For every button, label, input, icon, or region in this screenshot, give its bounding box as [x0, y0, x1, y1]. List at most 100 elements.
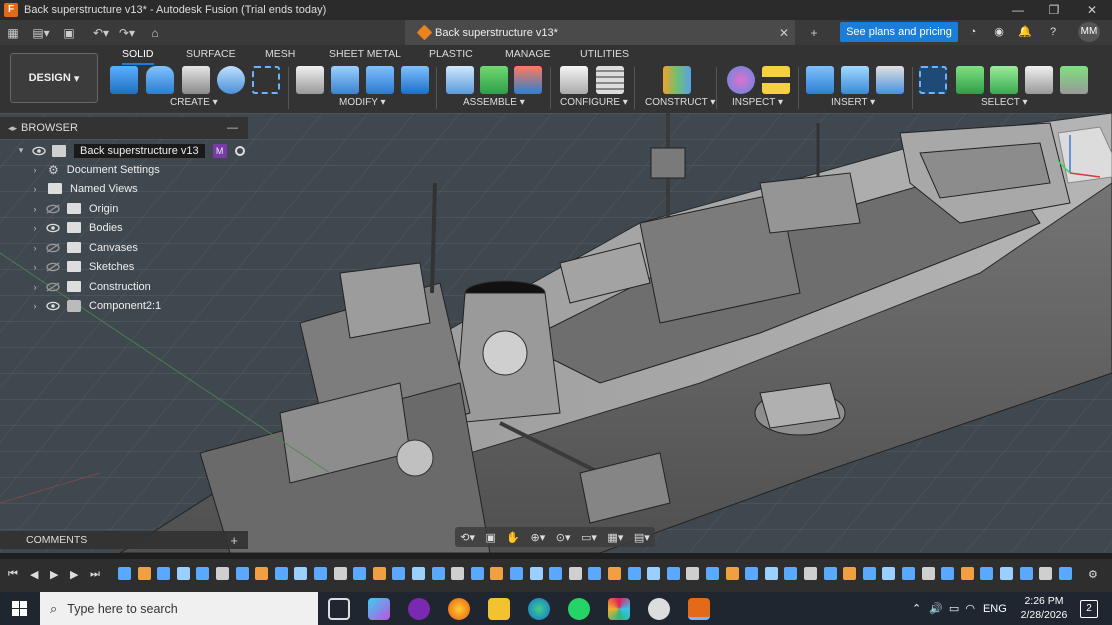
- timeline-feature-icon[interactable]: [196, 567, 210, 580]
- viewports-icon[interactable]: ▤▾: [634, 531, 650, 544]
- chevron-right-icon[interactable]: ›: [30, 262, 40, 272]
- eye-hidden-icon[interactable]: [46, 281, 60, 292]
- timeline-feature-icon[interactable]: [529, 567, 543, 580]
- configuration-table-icon[interactable]: [596, 66, 624, 94]
- timeline-feature-icon[interactable]: [706, 567, 719, 580]
- motion-link-icon[interactable]: [514, 66, 542, 94]
- chevron-right-icon[interactable]: ›: [30, 282, 40, 292]
- taskbar-clock[interactable]: 2:26 PM 2/28/2026: [1016, 594, 1072, 622]
- eye-icon[interactable]: [46, 223, 60, 233]
- close-icon[interactable]: ✕: [1072, 0, 1112, 20]
- timeline-feature-icon[interactable]: [686, 567, 700, 580]
- timeline-feature-icon[interactable]: [431, 567, 445, 580]
- timeline-feature-icon[interactable]: [372, 567, 386, 580]
- timeline-feature-icon[interactable]: [902, 567, 915, 580]
- tab-utilities[interactable]: UTILITIES: [580, 48, 629, 60]
- timeline-feature-icon[interactable]: [568, 567, 582, 580]
- combine-icon[interactable]: [401, 66, 429, 94]
- chevron-down-icon[interactable]: ▾: [16, 145, 26, 156]
- timeline-feature-icon[interactable]: [960, 567, 974, 580]
- add-comment-icon[interactable]: +: [230, 533, 238, 548]
- insert-mesh-icon[interactable]: [876, 66, 904, 94]
- tree-root[interactable]: ▾ Back superstructure v13 M: [16, 141, 245, 160]
- job-status-icon[interactable]: ◉: [990, 23, 1008, 41]
- timeline-feature-icon[interactable]: [823, 567, 837, 580]
- create-menu[interactable]: CREATE ▾: [170, 97, 218, 108]
- timeline-feature-icon[interactable]: [216, 567, 229, 580]
- timeline-feature-icon[interactable]: [980, 567, 994, 580]
- comments-panel[interactable]: COMMENTS +: [0, 531, 248, 549]
- tree-item-origin[interactable]: › Origin: [30, 199, 119, 218]
- go-to-end-icon[interactable]: ⏭: [90, 568, 100, 581]
- tree-item-document-settings[interactable]: › ⚙ Document Settings: [30, 160, 160, 179]
- assemble-menu[interactable]: ASSEMBLE ▾: [463, 97, 525, 108]
- orbit-icon[interactable]: ⟲▾: [460, 531, 475, 544]
- redo-icon[interactable]: ↷▾: [116, 22, 138, 44]
- tab-plastic[interactable]: PLASTIC: [429, 48, 473, 60]
- firefox-icon[interactable]: [448, 598, 470, 620]
- insert-menu[interactable]: INSERT ▾: [831, 97, 875, 108]
- maximize-icon[interactable]: ❐: [1034, 0, 1074, 20]
- timeline-feature-icon[interactable]: [921, 567, 935, 580]
- timeline-feature-icon[interactable]: [451, 567, 465, 580]
- selection-filter-icon[interactable]: [1060, 66, 1088, 94]
- timeline-feature-icon[interactable]: [137, 567, 151, 580]
- language-indicator[interactable]: ENG: [983, 603, 1007, 615]
- help-icon[interactable]: ?: [1044, 23, 1062, 41]
- look-at-icon[interactable]: ▣: [485, 531, 495, 544]
- new-component-icon[interactable]: [110, 66, 138, 94]
- select-face-icon[interactable]: [990, 66, 1018, 94]
- timeline-feature-icon[interactable]: [627, 567, 641, 580]
- select-body-icon[interactable]: [956, 66, 984, 94]
- tree-item-named-views[interactable]: › Named Views: [30, 179, 138, 198]
- timeline-feature-icon[interactable]: [588, 567, 602, 580]
- tree-item-canvases[interactable]: › Canvases: [30, 238, 138, 257]
- timeline-feature-icon[interactable]: [941, 567, 955, 580]
- box-icon[interactable]: [182, 66, 210, 94]
- timeline-feature-icon[interactable]: [1000, 567, 1013, 580]
- chevron-right-icon[interactable]: ›: [30, 184, 40, 194]
- app-icon[interactable]: [408, 598, 430, 620]
- timeline-feature-icon[interactable]: [314, 567, 327, 580]
- display-component-colors-icon[interactable]: [727, 66, 755, 94]
- browser-minimize-icon[interactable]: —: [227, 122, 238, 134]
- play-icon[interactable]: ▶: [50, 568, 58, 581]
- tree-item-sketches[interactable]: › Sketches: [30, 257, 135, 276]
- notification-center-badge[interactable]: 2: [1080, 600, 1098, 618]
- slack-icon[interactable]: [608, 598, 630, 620]
- avatar[interactable]: MM: [1078, 22, 1100, 42]
- chevron-right-icon[interactable]: ›: [30, 204, 40, 214]
- timeline-feature-icon[interactable]: [608, 567, 621, 580]
- windows-start-icon[interactable]: [12, 601, 27, 616]
- browser-header[interactable]: ◂▸ BROWSER —: [0, 117, 248, 139]
- select-edge-icon[interactable]: [1025, 66, 1053, 94]
- insert-canvas-icon[interactable]: [841, 66, 869, 94]
- tab-sheet-metal[interactable]: SHEET METAL: [329, 48, 401, 60]
- timeline-feature-icon[interactable]: [1058, 567, 1072, 580]
- select-menu[interactable]: SELECT ▾: [981, 97, 1028, 108]
- timeline-feature-icon[interactable]: [274, 567, 288, 580]
- timeline-feature-icon[interactable]: [333, 567, 347, 580]
- construct-menu[interactable]: CONSTRUCT ▾: [645, 97, 715, 108]
- timeline-feature-icon[interactable]: [764, 567, 778, 580]
- configure-menu[interactable]: CONFIGURE ▾: [560, 97, 628, 108]
- minimize-icon[interactable]: —: [998, 0, 1038, 20]
- press-pull-icon[interactable]: [296, 66, 324, 94]
- eye-hidden-icon[interactable]: [46, 203, 60, 214]
- timeline-feature-icon[interactable]: [255, 567, 269, 580]
- file-explorer-icon[interactable]: [488, 598, 510, 620]
- eye-icon[interactable]: [32, 146, 46, 156]
- chevron-right-icon[interactable]: ›: [30, 223, 40, 233]
- chevron-right-icon[interactable]: ›: [30, 165, 40, 175]
- joint-icon[interactable]: [446, 66, 474, 94]
- edge-icon[interactable]: [528, 598, 550, 620]
- tree-item-component2[interactable]: › Component2:1: [30, 296, 161, 315]
- fit-icon[interactable]: ⊙▾: [556, 531, 571, 544]
- extrude-icon[interactable]: [146, 66, 174, 94]
- grid-settings-icon[interactable]: ▦▾: [607, 531, 623, 544]
- timeline-feature-icon[interactable]: [1019, 567, 1033, 580]
- tab-solid[interactable]: SOLID: [122, 48, 154, 65]
- configure-icon[interactable]: [560, 66, 588, 94]
- timeline-feature-icon[interactable]: [176, 567, 190, 580]
- timeline-feature-icon[interactable]: [294, 567, 308, 580]
